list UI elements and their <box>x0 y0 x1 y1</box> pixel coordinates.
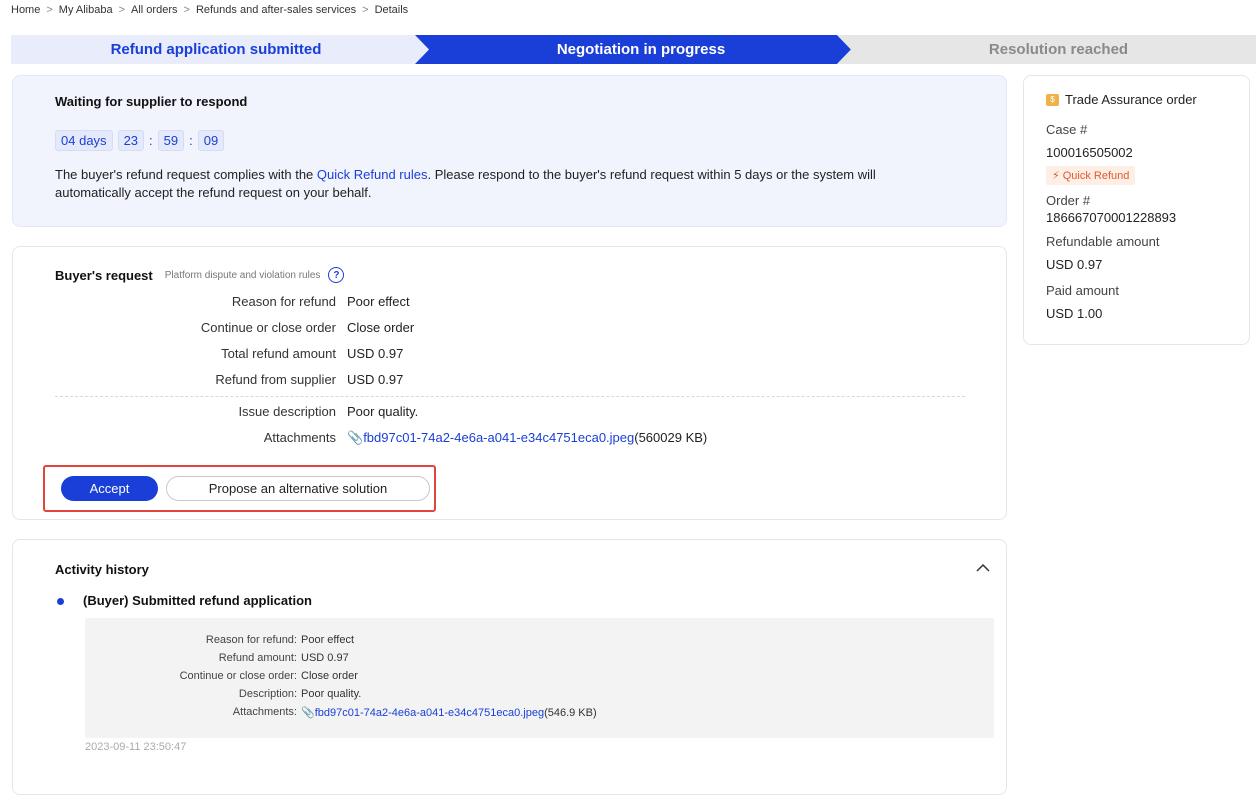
countdown-seconds: 09 <box>197 130 225 151</box>
event-title: (Buyer) Submitted refund application <box>83 593 312 608</box>
refund-from-supplier-value: USD 0.97 <box>347 372 404 387</box>
divider <box>55 396 965 397</box>
attachment-size: (560029 KB) <box>634 430 708 445</box>
breadcrumb-separator: > <box>118 4 126 16</box>
trade-assurance-header: $ Trade Assurance order <box>1046 92 1197 107</box>
event-timestamp: 2023-09-11 23:50:47 <box>85 741 187 753</box>
reason-label: Reason for refund <box>231 294 336 309</box>
breadcrumb-details: Details <box>374 4 409 16</box>
event-row-attachments: Attachments: 📎fbd97c01-74a2-4e6a-a041-e3… <box>85 706 985 719</box>
event-detail: Reason for refund: Poor effect Refund am… <box>85 618 994 738</box>
step-negotiation: Negotiation in progress <box>556 41 726 58</box>
issue-label: Issue description <box>238 404 336 419</box>
case-value: 100016505002 <box>1046 145 1133 160</box>
event-row-label: Attachments: <box>232 706 297 718</box>
attachments-row: Attachments 📎fbd97c01-74a2-4e6a-a041-e34… <box>13 430 1003 446</box>
timeline-dot <box>57 598 64 605</box>
order-link[interactable]: 186667070001228893 <box>1046 210 1176 225</box>
order-label: Order # <box>1046 193 1091 208</box>
event-attachment-size: (546.9 KB) <box>544 707 597 719</box>
action-highlight-box: Accept Propose an alternative solution <box>43 465 436 512</box>
lightning-icon: ⚡ <box>1052 170 1060 182</box>
quick-refund-badge: ⚡ Quick Refund <box>1046 166 1136 185</box>
activity-history-title: Activity history <box>55 562 149 577</box>
refund-from-supplier-label: Refund from supplier <box>215 372 336 387</box>
paperclip-icon: 📎 <box>301 707 315 719</box>
event-row-label: Refund amount: <box>218 652 297 664</box>
order-summary-panel: $ Trade Assurance order Case # 100016505… <box>1023 75 1250 345</box>
breadcrumb-refunds[interactable]: Refunds and after-sales services <box>196 4 356 16</box>
breadcrumb-separator: > <box>362 4 369 16</box>
attachment-link[interactable]: fbd97c01-74a2-4e6a-a041-e34c4751eca0.jpe… <box>363 430 634 445</box>
event-row-value: 📎fbd97c01-74a2-4e6a-a041-e34c4751eca0.jp… <box>301 706 597 719</box>
help-icon[interactable]: ? <box>328 267 345 283</box>
propose-alternative-button[interactable]: Propose an alternative solution <box>166 476 430 501</box>
continue-row: Continue or close order Close order <box>13 320 1003 335</box>
countdown-days: 04 days <box>55 130 113 151</box>
countdown-separator: : <box>149 133 153 148</box>
buyer-request-panel: Buyer's request Platform dispute and vio… <box>12 246 1007 520</box>
case-label: Case # <box>1046 122 1088 137</box>
countdown-separator: : <box>189 133 193 148</box>
paid-label: Paid amount <box>1046 283 1119 298</box>
step-refund-submitted: Refund application submitted <box>110 41 322 58</box>
event-row-value: Close order <box>301 670 358 682</box>
chevron-up-icon[interactable] <box>974 558 992 576</box>
event-row-label: Continue or close order: <box>179 670 297 682</box>
event-row-reason: Reason for refund: Poor effect <box>85 634 985 646</box>
trade-assurance-icon: $ <box>1046 93 1059 106</box>
waiting-panel: Waiting for supplier to respond 04 days … <box>12 75 1007 227</box>
paperclip-icon: 📎 <box>347 430 364 445</box>
total-refund-label: Total refund amount <box>221 346 336 361</box>
total-refund-value: USD 0.97 <box>347 346 404 361</box>
countdown-timer: 04 days 23 : 59 : 09 <box>55 130 225 151</box>
reason-row: Reason for refund Poor effect <box>13 294 1003 309</box>
event-row-continue: Continue or close order: Close order <box>85 670 985 682</box>
refund-from-supplier-row: Refund from supplier USD 0.97 <box>13 372 1003 387</box>
total-refund-row: Total refund amount USD 0.97 <box>13 346 1003 361</box>
issue-row: Issue description Poor quality. <box>13 404 1003 419</box>
countdown-minutes: 59 <box>157 130 185 151</box>
platform-rules-link[interactable]: Platform dispute and violation rules <box>165 270 321 281</box>
event-row-value: Poor quality. <box>301 688 362 700</box>
refundable-value: USD 0.97 <box>1046 257 1103 272</box>
continue-label: Continue or close order <box>200 320 336 335</box>
trade-assurance-title: Trade Assurance order <box>1065 92 1197 107</box>
refundable-label: Refundable amount <box>1046 234 1160 249</box>
buyer-request-title: Buyer's request <box>55 267 153 283</box>
breadcrumb-separator: > <box>46 4 53 16</box>
event-row-amount: Refund amount: USD 0.97 <box>85 652 985 664</box>
countdown-hours: 23 <box>117 130 145 151</box>
breadcrumb-all-orders[interactable]: All orders <box>131 4 177 16</box>
reason-value: Poor effect <box>347 294 410 309</box>
progress-steps: Refund application submitted Negotiation… <box>11 35 1256 64</box>
activity-history-panel: Activity history (Buyer) Submitted refun… <box>12 539 1007 795</box>
attachments-label: Attachments <box>263 430 336 445</box>
waiting-title: Waiting for supplier to respond <box>55 94 248 109</box>
breadcrumb-home[interactable]: Home <box>11 4 40 16</box>
event-row-value: Poor effect <box>301 634 354 646</box>
paid-value: USD 1.00 <box>1046 306 1103 321</box>
continue-value: Close order <box>347 320 415 335</box>
event-row-description: Description: Poor quality. <box>85 688 985 700</box>
event-attachment-link[interactable]: fbd97c01-74a2-4e6a-a041-e34c4751eca0.jpe… <box>315 707 544 719</box>
step-resolution: Resolution reached <box>988 41 1129 58</box>
breadcrumb: Home > My Alibaba > All orders > Refunds… <box>11 4 408 16</box>
issue-value: Poor quality. <box>347 404 419 419</box>
breadcrumb-my-alibaba[interactable]: My Alibaba <box>59 4 113 16</box>
buyer-request-header: Buyer's request Platform dispute and vio… <box>55 267 345 283</box>
breadcrumb-separator: > <box>183 4 190 16</box>
accept-button[interactable]: Accept <box>61 476 158 501</box>
quick-refund-rules-link[interactable]: Quick Refund rules <box>317 167 428 182</box>
event-row-value: USD 0.97 <box>301 652 349 664</box>
waiting-description: The buyer's refund request complies with… <box>55 167 876 200</box>
attachments-value: 📎fbd97c01-74a2-4e6a-a041-e34c4751eca0.jp… <box>347 430 707 446</box>
event-row-label: Reason for refund: <box>205 634 297 646</box>
event-row-label: Description: <box>238 688 297 700</box>
